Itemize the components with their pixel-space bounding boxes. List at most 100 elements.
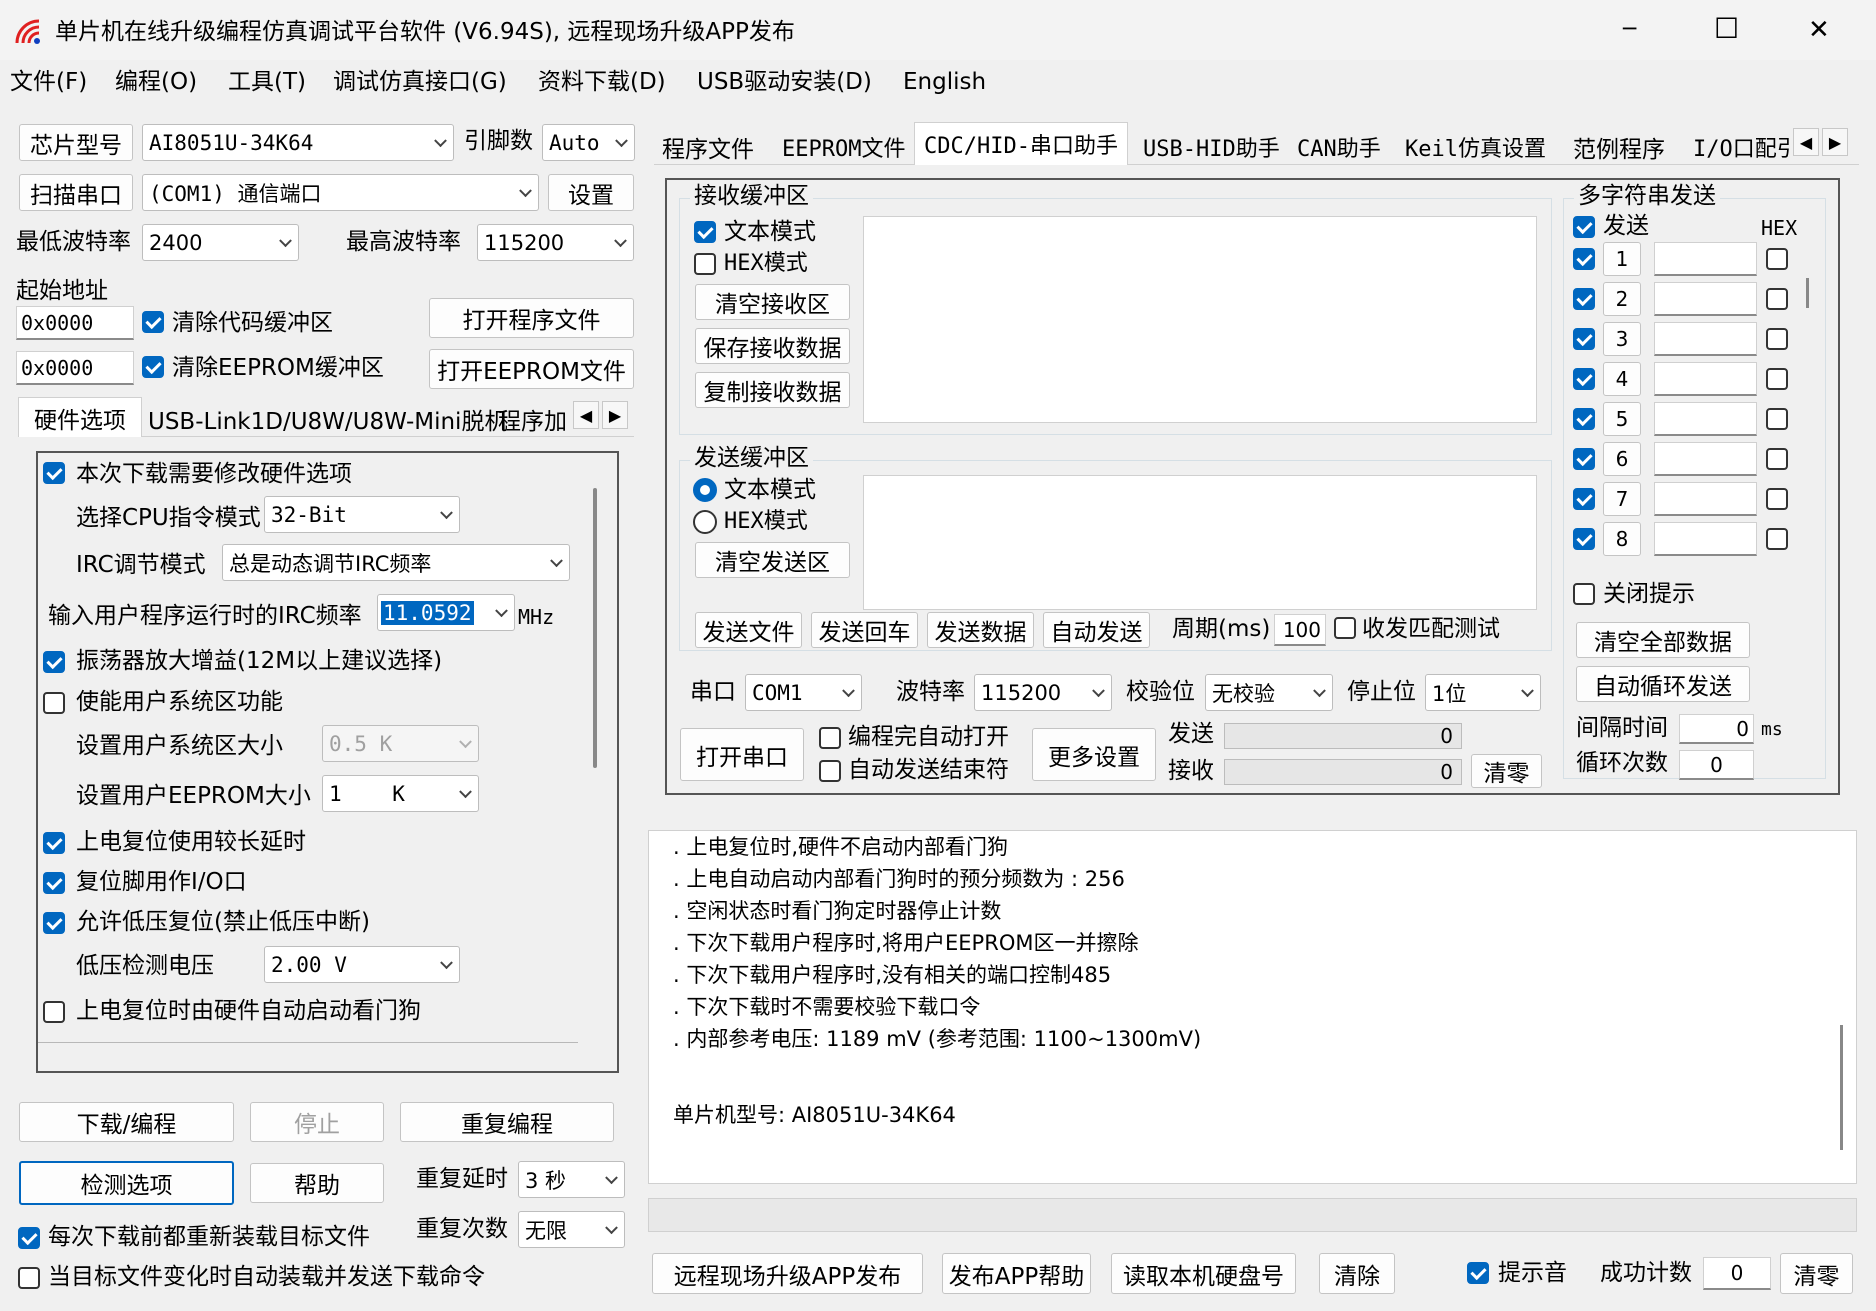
close-icon[interactable]: ✕ [1808,16,1830,45]
match-test-checkbox[interactable] [1334,617,1356,639]
min-baud-select[interactable]: 2400 [142,224,299,261]
osc-gain-checkbox[interactable] [43,651,65,673]
multi-row-input[interactable] [1654,482,1757,516]
multi-row-hex-checkbox[interactable] [1766,328,1788,350]
right-tab-scroll-right-icon[interactable]: ▶ [1822,128,1848,156]
tab-scroll-right-icon[interactable]: ▶ [602,401,628,429]
tab-program-encrypt[interactable]: 程序加 [498,402,567,436]
menu-program[interactable]: 编程(O) [115,69,197,95]
log-scrollbar[interactable] [1840,1025,1843,1150]
tab-program-file[interactable]: 程序文件 [662,130,754,164]
send-data-button[interactable]: 发送数据 [927,612,1034,648]
start-address-eeprom-input[interactable]: 0x0000 [16,351,134,385]
multi-row-hex-checkbox[interactable] [1766,408,1788,430]
parity-select[interactable]: 无校验 [1205,674,1333,711]
tab-eeprom-file[interactable]: EEPROM文件 [782,130,905,164]
menu-debug[interactable]: 调试仿真接口(G) [333,69,507,95]
chip-model-select[interactable]: AI8051U-34K64 [142,124,454,161]
maximize-icon[interactable]: ☐ [1714,13,1739,45]
detect-options-button[interactable]: 检测选项 [19,1161,234,1205]
interval-input[interactable]: 0 [1679,714,1754,744]
period-input[interactable]: 100 [1274,614,1326,646]
multi-row-hex-checkbox[interactable] [1766,248,1788,270]
start-address-code-input[interactable]: 0x0000 [16,306,134,340]
auto-watchdog-checkbox[interactable] [43,1001,65,1023]
multi-send-all-checkbox[interactable] [1573,216,1595,238]
eeprom-size-select[interactable]: 1 K [322,775,479,812]
repeat-delay-select[interactable]: 3 秒 [518,1161,625,1198]
clear-send-button[interactable]: 清空发送区 [695,542,850,578]
reset-as-io-checkbox[interactable] [43,872,65,894]
close-tip-checkbox[interactable] [1573,583,1595,605]
loop-count-input[interactable]: 0 [1679,750,1754,780]
tab-usb-hid[interactable]: USB-HID助手 [1143,130,1280,164]
menu-file[interactable]: 文件(F) [10,69,87,95]
tab-scroll-left-icon[interactable]: ◀ [573,401,599,429]
multi-row-input[interactable] [1654,242,1757,276]
zero-counters-button[interactable]: 清零 [1471,754,1542,788]
tab-examples[interactable]: 范例程序 [1573,130,1665,164]
more-settings-button[interactable]: 更多设置 [1032,728,1156,781]
multi-row-send-checkbox[interactable] [1573,448,1595,470]
send-text-mode-radio[interactable] [693,478,717,502]
multi-row-send-checkbox[interactable] [1573,288,1595,310]
read-disk-id-button[interactable]: 读取本机硬盘号 [1111,1253,1296,1294]
pins-select[interactable]: Auto [542,124,635,161]
recv-text-mode-checkbox[interactable] [694,221,716,243]
clear-all-data-button[interactable]: 清空全部数据 [1576,622,1750,658]
baud-select[interactable]: 115200 [974,674,1112,711]
multi-row-input[interactable] [1654,522,1757,556]
multi-row-send-button[interactable]: 8 [1603,522,1641,556]
multi-row-send-button[interactable]: 6 [1603,442,1641,476]
auto-open-checkbox[interactable] [819,727,841,749]
right-tab-scroll-left-icon[interactable]: ◀ [1793,128,1819,156]
multi-row-send-button[interactable]: 1 [1603,242,1641,276]
open-eeprom-file-button[interactable]: 打开EEPROM文件 [429,349,634,389]
multi-row-send-checkbox[interactable] [1573,408,1595,430]
clear-code-buffer-checkbox[interactable] [142,311,164,333]
lvd-select[interactable]: 2.00 V [264,946,460,983]
send-file-button[interactable]: 发送文件 [695,612,802,648]
recv-hex-mode-checkbox[interactable] [694,253,716,275]
auto-loop-send-button[interactable]: 自动循环发送 [1576,666,1750,702]
clear-log-button[interactable]: 清除 [1319,1253,1395,1294]
multi-row-send-button[interactable]: 7 [1603,482,1641,516]
long-delay-checkbox[interactable] [43,832,65,854]
multi-row-send-checkbox[interactable] [1573,488,1595,510]
multi-row-hex-checkbox[interactable] [1766,448,1788,470]
multi-row-input[interactable] [1654,362,1757,396]
port-select[interactable]: (COM1) 通信端口 [142,174,539,211]
multi-row-send-button[interactable]: 5 [1603,402,1641,436]
irc-freq-select[interactable]: 11.0592 [377,594,515,631]
auto-end-char-checkbox[interactable] [819,760,841,782]
serial-port-select[interactable]: COM1 [745,674,862,711]
multi-row-send-checkbox[interactable] [1573,528,1595,550]
modify-hw-checkbox[interactable] [43,462,65,484]
low-voltage-reset-checkbox[interactable] [43,912,65,934]
repeat-program-button[interactable]: 重复编程 [400,1102,614,1142]
tab-usb-link[interactable]: USB-Link1D/U8W/U8W-Mini脱机 [148,402,507,436]
multi-row-hex-checkbox[interactable] [1766,488,1788,510]
multi-row-hex-checkbox[interactable] [1766,368,1788,390]
multi-row-hex-checkbox[interactable] [1766,288,1788,310]
receive-textarea[interactable] [863,216,1537,423]
save-receive-button[interactable]: 保存接收数据 [695,328,850,364]
reload-target-checkbox[interactable] [18,1227,40,1249]
max-baud-select[interactable]: 115200 [477,224,634,261]
multi-row-send-button[interactable]: 2 [1603,282,1641,316]
send-cr-button[interactable]: 发送回车 [811,612,918,648]
multi-row-send-button[interactable]: 3 [1603,322,1641,356]
cpu-mode-select[interactable]: 32-Bit [264,496,460,533]
minimize-icon[interactable]: ─ [1623,17,1636,42]
multi-row-send-checkbox[interactable] [1573,328,1595,350]
irc-mode-select[interactable]: 总是动态调节IRC频率 [222,544,570,581]
beep-checkbox[interactable] [1467,1262,1489,1284]
chip-model-button[interactable]: 芯片型号 [19,124,133,161]
port-settings-button[interactable]: 设置 [548,174,634,211]
hardware-options-scrollbar[interactable] [593,488,597,768]
multi-row-send-checkbox[interactable] [1573,248,1595,270]
help-button[interactable]: 帮助 [250,1163,384,1203]
publish-help-button[interactable]: 发布APP帮助 [942,1253,1091,1294]
open-port-button[interactable]: 打开串口 [680,728,804,781]
user-system-area-checkbox[interactable] [43,692,65,714]
